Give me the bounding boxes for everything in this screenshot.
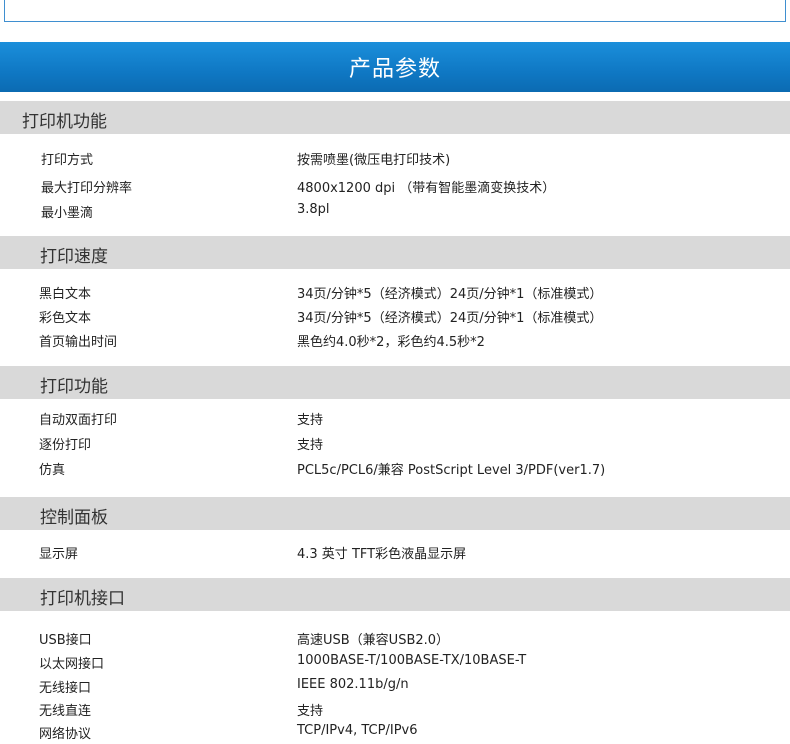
spec-row: 首页输出时间 黑色约4.0秒*2，彩色约4.5秒*2 — [0, 328, 790, 352]
spec-label: 最小墨滴 — [41, 206, 94, 221]
spec-value: 34页/分钟*5（经济模式）24页/分钟*1（标准模式） — [297, 311, 603, 326]
spec-row: 显示屏 4.3 英寸 TFT彩色液晶显示屏 — [0, 540, 790, 564]
spec-label: 无线接口 — [39, 681, 92, 696]
section-header-print-speed: 打印速度 — [0, 236, 790, 269]
spec-row: 以太网接口 1000BASE-T/100BASE-TX/10BASE-T — [0, 650, 790, 674]
spec-row: 无线直连 支持 — [0, 697, 790, 721]
spec-label: 网络协议 — [39, 727, 92, 742]
banner-title: 产品参数 — [348, 57, 441, 82]
spec-row: 黑白文本 34页/分钟*5（经济模式）24页/分钟*1（标准模式） — [0, 280, 790, 304]
spec-value: 高速USB（兼容USB2.0） — [297, 633, 450, 648]
spec-row: 最大打印分辨率 4800x1200 dpi （带有智能墨滴变换技术） — [0, 174, 790, 198]
spec-value: 按需喷墨(微压电打印技术) — [297, 153, 451, 168]
spec-value: IEEE 802.11b/g/n — [297, 677, 409, 692]
spec-value: 支持 — [297, 413, 324, 428]
spec-value: PCL5c/PCL6/兼容 PostScript Level 3/PDF(ver… — [297, 463, 606, 478]
section-header-print-features: 打印功能 — [0, 366, 790, 399]
spec-label: 黑白文本 — [39, 287, 92, 302]
spec-value: 黑色约4.0秒*2，彩色约4.5秒*2 — [297, 335, 485, 350]
spec-row: 逐份打印 支持 — [0, 431, 790, 455]
spec-label: 彩色文本 — [39, 311, 92, 326]
spec-label: 显示屏 — [39, 547, 79, 562]
spec-label: 无线直连 — [39, 704, 92, 719]
spec-label: USB接口 — [39, 633, 92, 648]
spec-value: 4800x1200 dpi （带有智能墨滴变换技术） — [297, 181, 556, 196]
section-header-printer-interface: 打印机接口 — [0, 578, 790, 611]
spec-label: 以太网接口 — [39, 657, 105, 672]
spec-value: 支持 — [297, 438, 324, 453]
spec-label: 首页输出时间 — [39, 335, 118, 350]
spec-value: 3.8pl — [297, 202, 330, 217]
spec-label: 打印方式 — [41, 153, 94, 168]
section-title: 控制面板 — [40, 508, 108, 528]
spec-row: 彩色文本 34页/分钟*5（经济模式）24页/分钟*1（标准模式） — [0, 304, 790, 328]
spec-row: 网络协议 TCP/IPv4, TCP/IPv6 — [0, 720, 790, 744]
section-header-control-panel: 控制面板 — [0, 497, 790, 530]
spec-row: 仿真 PCL5c/PCL6/兼容 PostScript Level 3/PDF(… — [0, 456, 790, 480]
spec-row: 自动双面打印 支持 — [0, 406, 790, 430]
spec-row: 最小墨滴 3.8pl — [0, 199, 790, 223]
spec-value: 支持 — [297, 704, 324, 719]
spec-label: 自动双面打印 — [39, 413, 118, 428]
spec-value: 1000BASE-T/100BASE-TX/10BASE-T — [297, 653, 527, 668]
spec-label: 仿真 — [39, 463, 66, 478]
spec-label: 逐份打印 — [39, 438, 92, 453]
spec-row: USB接口 高速USB（兼容USB2.0） — [0, 626, 790, 650]
spec-row: 打印方式 按需喷墨(微压电打印技术) — [0, 146, 790, 170]
spec-label: 最大打印分辨率 — [41, 181, 133, 196]
section-title: 打印机功能 — [22, 112, 107, 132]
section-title: 打印功能 — [40, 377, 108, 397]
spec-row: 无线接口 IEEE 802.11b/g/n — [0, 674, 790, 698]
section-title: 打印机接口 — [40, 589, 125, 609]
top-frame — [4, 0, 786, 22]
spec-value: 4.3 英寸 TFT彩色液晶显示屏 — [297, 547, 467, 562]
product-params-banner: 产品参数 — [0, 42, 790, 92]
section-title: 打印速度 — [40, 247, 108, 267]
section-header-printer-function: 打印机功能 — [0, 101, 790, 134]
spec-value: 34页/分钟*5（经济模式）24页/分钟*1（标准模式） — [297, 287, 603, 302]
spec-value: TCP/IPv4, TCP/IPv6 — [297, 723, 418, 738]
